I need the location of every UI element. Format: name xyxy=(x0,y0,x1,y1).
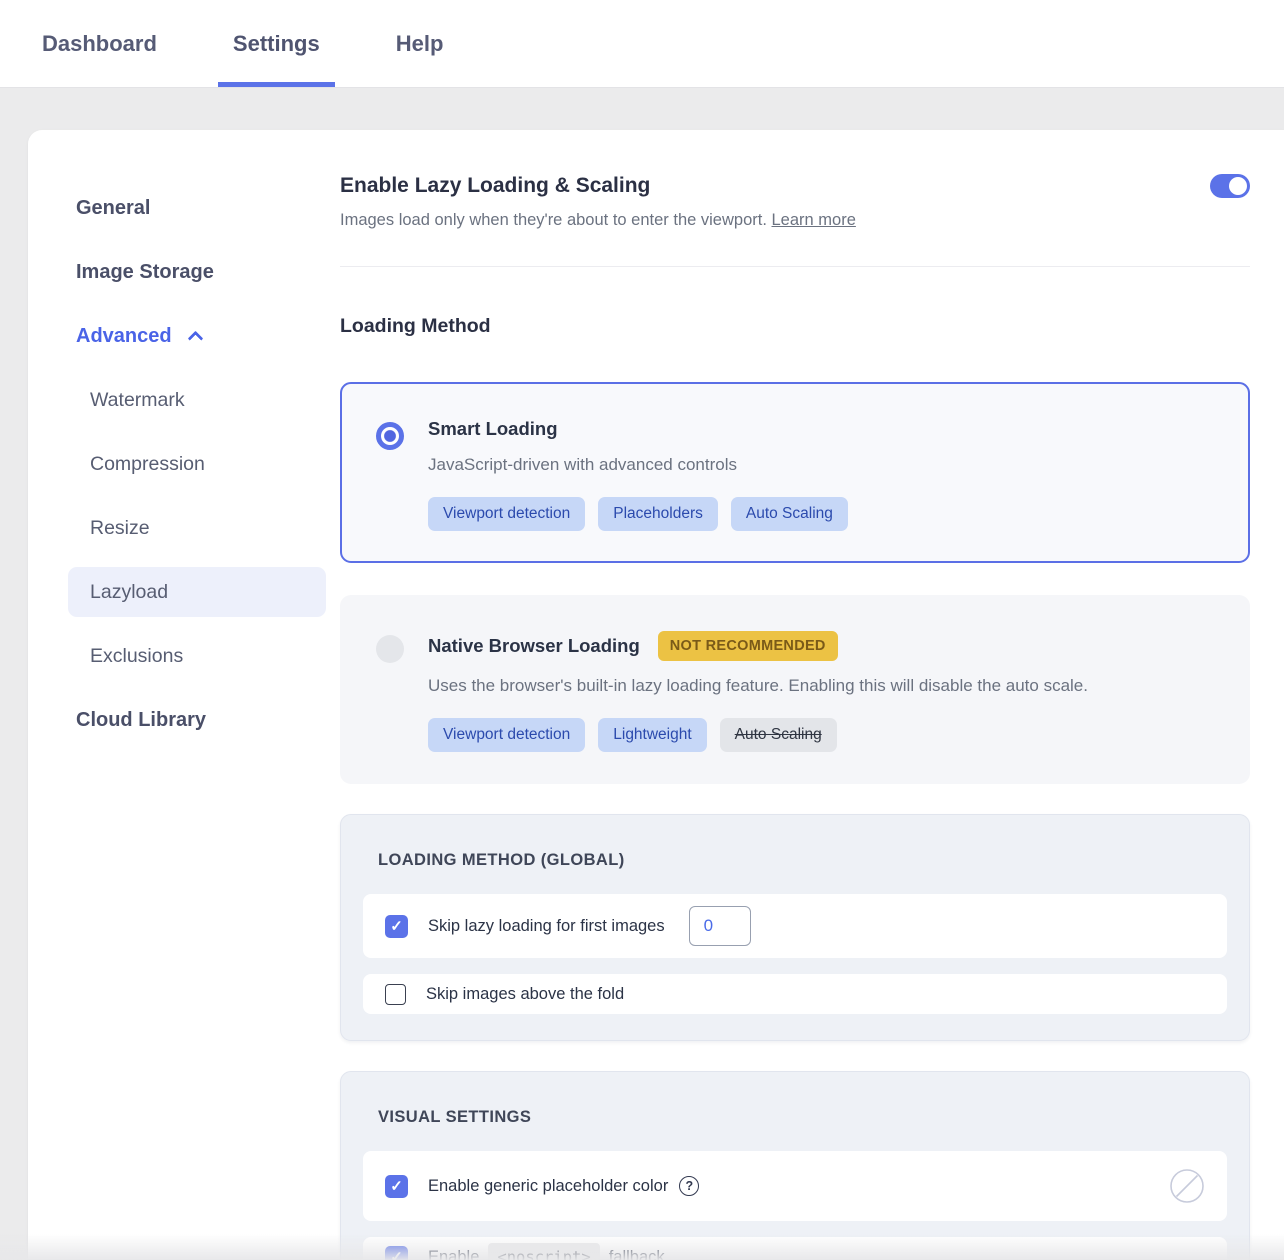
tab-help[interactable]: Help xyxy=(396,0,444,87)
check-icon: ✓ xyxy=(390,1177,403,1195)
noscript-fallback-row: ✓ Enable <noscript> fallback xyxy=(363,1237,1227,1260)
tag-viewport-detection: Viewport detection xyxy=(428,497,585,531)
panel-title: LOADING METHOD (GLOBAL) xyxy=(378,851,1227,870)
skip-first-images-count-input[interactable] xyxy=(689,906,751,946)
sidebar-item-advanced[interactable]: Advanced xyxy=(28,304,340,368)
tab-dashboard[interactable]: Dashboard xyxy=(42,0,157,87)
sidebar-item-cloud-library[interactable]: Cloud Library xyxy=(28,688,340,752)
noscript-fallback-checkbox[interactable]: ✓ xyxy=(385,1246,408,1260)
noscript-code-chip: <noscript> xyxy=(488,1243,599,1260)
tag-placeholders: Placeholders xyxy=(598,497,718,531)
panel-title: VISUAL SETTINGS xyxy=(378,1108,1227,1127)
skip-first-images-row: ✓ Skip lazy loading for first images xyxy=(363,894,1227,958)
tab-settings[interactable]: Settings xyxy=(233,0,320,87)
question-circle-icon[interactable]: ? xyxy=(679,1176,699,1196)
section-divider xyxy=(340,266,1250,267)
placeholder-color-checkbox[interactable]: ✓ xyxy=(385,1175,408,1198)
chevron-up-icon xyxy=(187,331,203,347)
sidebar-item-lazyload[interactable]: Lazyload xyxy=(68,567,326,617)
option-smart-loading[interactable]: Smart Loading JavaScript-driven with adv… xyxy=(340,382,1250,563)
learn-more-link[interactable]: Learn more xyxy=(772,211,856,229)
check-icon: ✓ xyxy=(390,917,403,935)
row-label-suffix: fallback xyxy=(609,1248,665,1260)
check-icon: ✓ xyxy=(390,1248,403,1260)
tag-auto-scaling: Auto Scaling xyxy=(731,497,848,531)
radio-native-browser-loading[interactable] xyxy=(376,635,404,663)
sidebar-item-exclusions[interactable]: Exclusions xyxy=(28,624,340,688)
option-body: Native Browser Loading NOT RECOMMENDED U… xyxy=(428,631,1088,752)
option-title: Native Browser Loading xyxy=(428,635,640,657)
loading-method-global-panel: LOADING METHOD (GLOBAL) ✓ Skip lazy load… xyxy=(340,814,1250,1041)
page-background: General Image Storage Advanced Watermark… xyxy=(0,88,1284,1260)
sidebar-item-label: Advanced xyxy=(76,325,172,348)
settings-card: General Image Storage Advanced Watermark… xyxy=(28,130,1284,1260)
loading-method-title: Loading Method xyxy=(340,315,1250,338)
top-navigation: Dashboard Settings Help xyxy=(0,0,1284,88)
sidebar-item-general[interactable]: General xyxy=(28,176,340,240)
lazy-loading-toggle[interactable] xyxy=(1210,174,1250,198)
option-description: JavaScript-driven with advanced controls xyxy=(428,455,848,475)
lazyload-settings-content: Enable Lazy Loading & Scaling Images loa… xyxy=(340,130,1284,1260)
tag-viewport-detection: Viewport detection xyxy=(428,718,585,752)
feature-header: Enable Lazy Loading & Scaling xyxy=(340,174,1250,198)
no-color-swatch-icon[interactable] xyxy=(1169,1168,1205,1204)
description-text: Images load only when they're about to e… xyxy=(340,211,767,229)
sidebar-item-resize[interactable]: Resize xyxy=(28,496,340,560)
skip-first-images-checkbox[interactable]: ✓ xyxy=(385,915,408,938)
option-native-browser-loading[interactable]: Native Browser Loading NOT RECOMMENDED U… xyxy=(340,595,1250,784)
toggle-knob xyxy=(1229,177,1247,195)
placeholder-color-row: ✓ Enable generic placeholder color ? xyxy=(363,1151,1227,1221)
tag-auto-scaling-disabled: Auto Scaling xyxy=(720,718,837,752)
skip-above-fold-row: Skip images above the fold xyxy=(363,974,1227,1014)
option-description: Uses the browser's built-in lazy loading… xyxy=(428,676,1088,696)
row-label-prefix: Enable xyxy=(428,1248,479,1260)
row-label: Enable generic placeholder color xyxy=(428,1177,668,1196)
option-tags: Viewport detection Lightweight Auto Scal… xyxy=(428,718,1088,752)
feature-description: Images load only when they're about to e… xyxy=(340,211,1250,230)
page-title: Enable Lazy Loading & Scaling xyxy=(340,174,650,198)
not-recommended-badge: NOT RECOMMENDED xyxy=(658,631,838,661)
sidebar-item-image-storage[interactable]: Image Storage xyxy=(28,240,340,304)
option-body: Smart Loading JavaScript-driven with adv… xyxy=(428,418,848,531)
sidebar-item-compression[interactable]: Compression xyxy=(28,432,340,496)
skip-above-fold-checkbox[interactable] xyxy=(385,984,406,1005)
sidebar-item-watermark[interactable]: Watermark xyxy=(28,368,340,432)
settings-sidebar: General Image Storage Advanced Watermark… xyxy=(28,130,340,1260)
option-tags: Viewport detection Placeholders Auto Sca… xyxy=(428,497,848,531)
visual-settings-panel: VISUAL SETTINGS ✓ Enable generic placeho… xyxy=(340,1071,1250,1260)
row-label: Skip lazy loading for first images xyxy=(428,917,665,936)
tag-lightweight: Lightweight xyxy=(598,718,706,752)
option-title: Smart Loading xyxy=(428,418,558,440)
radio-smart-loading[interactable] xyxy=(376,422,404,450)
row-label: Skip images above the fold xyxy=(426,985,624,1004)
